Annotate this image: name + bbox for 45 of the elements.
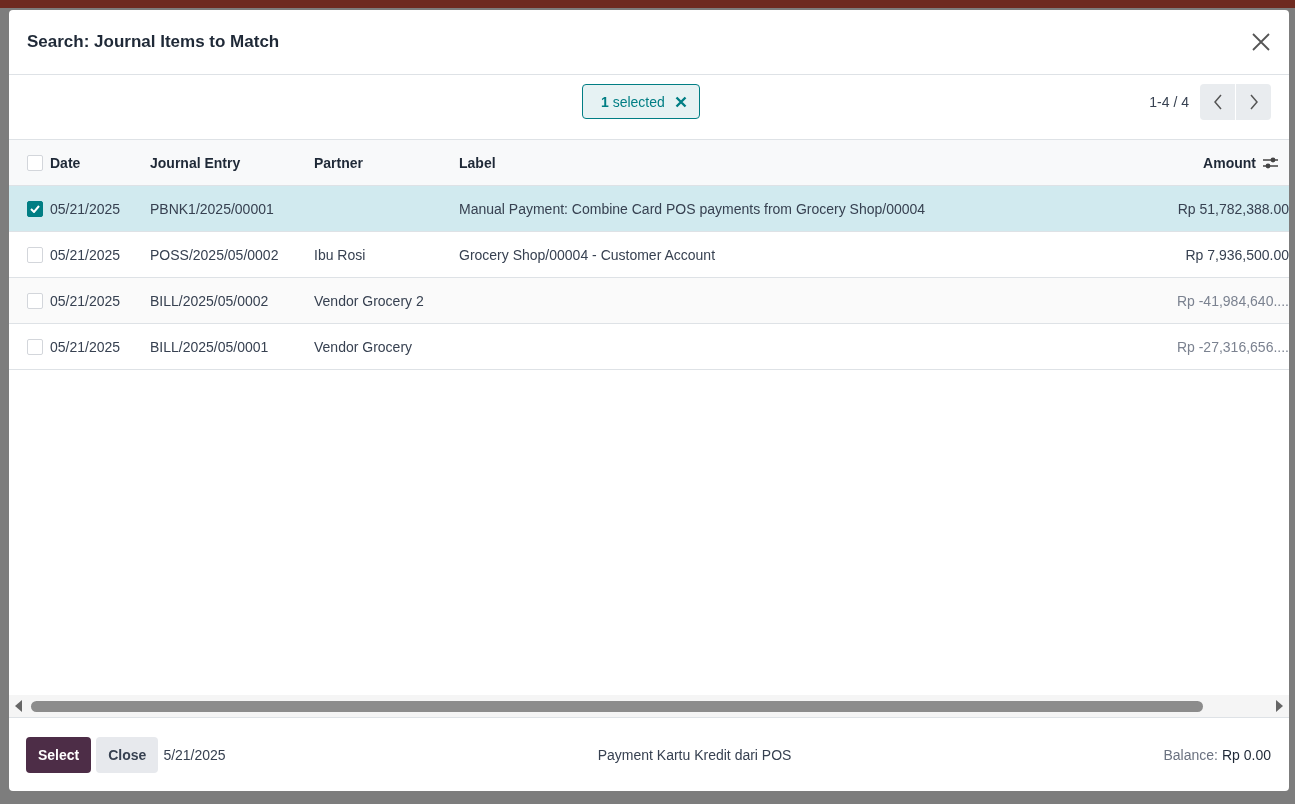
amount-cell-text: Rp 7,936,500.00 — [1184, 246, 1289, 263]
amount-cell-text: Rp -27,316,656.... — [1175, 338, 1289, 355]
label-cell-text: Manual Payment: Combine Card POS payments from Grocery Shop/00004 — [459, 200, 927, 217]
journal-entry-cell-text: BILL/2025/05/0002 — [150, 292, 270, 309]
balance-value: Rp 0.00 — [1221, 746, 1271, 763]
statement-reference: Payment Kartu Kredit dari POS — [596, 746, 793, 763]
row-checkbox[interactable] — [27, 200, 43, 217]
date-cell-text: 05/21/2025 — [50, 246, 122, 263]
table-row[interactable]: 05/21/2025 BILL/2025/05/0002 Vendor Grocery 2 Rp -41,984,640.... — [9, 278, 1289, 324]
amount-cell-text: Rp -41,984,640.... — [1175, 292, 1289, 309]
journal-entry-cell-text: PBNK1/2025/00001 — [150, 200, 275, 217]
date-cell-text: 05/21/2025 — [50, 200, 122, 217]
date-cell-text: 05/21/2025 — [50, 292, 122, 309]
close-button[interactable]: Close — [96, 736, 159, 773]
chevron-left-icon — [1212, 93, 1223, 111]
column-header[interactable]: Partner — [314, 154, 459, 171]
partner-cell-text: Vendor Grocery — [314, 338, 414, 355]
journal-entry-cell-text: BILL/2025/05/0001 — [150, 338, 270, 355]
label-cell-text: Grocery Shop/00004 - Customer Account — [459, 246, 717, 263]
amount-cell-text: Rp 51,782,388.00 — [1176, 200, 1289, 217]
partner-cell-text: Vendor Grocery 2 — [314, 292, 425, 309]
chevron-right-icon — [1248, 93, 1259, 111]
table-row[interactable]: 05/21/2025 BILL/2025/05/0001 Vendor Grocery Rp -27,316,656.... — [9, 324, 1289, 370]
pager-range: 1-4 / 4 — [1149, 94, 1189, 110]
date-cell-text: 05/21/2025 — [50, 338, 122, 355]
scroll-right-icon[interactable] — [1275, 700, 1283, 712]
balance-label: Balance: — [1163, 746, 1218, 763]
selection-count: 1 selected — [601, 93, 665, 110]
column-header[interactable]: Journal Entry — [150, 154, 314, 171]
table-row[interactable]: 05/21/2025 PBNK1/2025/00001 Manual Payment: Combine Card POS payments from Grocery Shop/00004 Rp 51,782,388.00 — [9, 186, 1289, 232]
dialog-title: Search: Journal Items to Match — [27, 32, 280, 52]
previous-page-button[interactable] — [1200, 84, 1235, 120]
statement-date: 5/21/2025 — [163, 746, 226, 763]
scrollbar-thumb[interactable] — [31, 700, 1203, 712]
column-header[interactable]: Amount — [1203, 154, 1256, 171]
select-button[interactable]: Select — [26, 736, 92, 773]
column-header[interactable]: Label — [459, 154, 1119, 171]
journal-entry-cell-text: POSS/2025/05/0002 — [150, 246, 280, 263]
scroll-left-icon[interactable] — [15, 700, 23, 712]
check-icon — [30, 204, 40, 213]
partner-cell-text: Ibu Rosi — [314, 246, 367, 263]
clear-selection-icon[interactable] — [674, 95, 687, 108]
next-page-button[interactable] — [1236, 84, 1271, 120]
select-all-checkbox[interactable] — [27, 154, 43, 171]
column-header[interactable]: Date — [50, 154, 150, 171]
